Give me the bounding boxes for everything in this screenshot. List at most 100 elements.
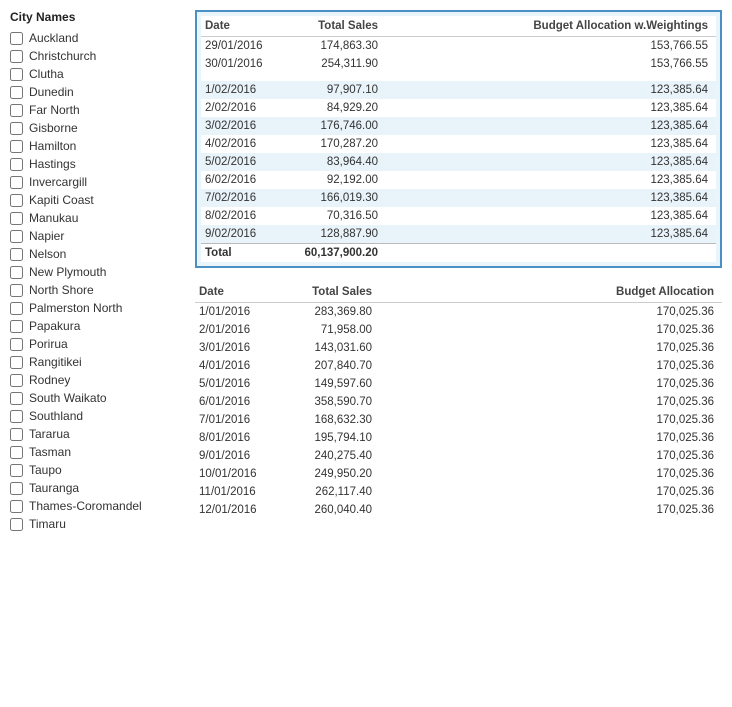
cell-budget: 123,385.64 [386,207,716,225]
table-row: 2/01/2016 71,958.00 170,025.36 [195,321,722,339]
city-checkbox-christchurch[interactable] [10,50,23,63]
city-checkbox-new-plymouth[interactable] [10,266,23,279]
bottom-table-wrapper: Date Total Sales Budget Allocation 1/01/… [195,282,722,519]
table-row: 5/01/2016 149,597.60 170,025.36 [195,375,722,393]
city-checkbox-nelson[interactable] [10,248,23,261]
city-label[interactable]: Hamilton [29,139,76,153]
cell-sales: 128,887.90 [286,225,386,244]
city-label[interactable]: Napier [29,229,64,243]
city-checkbox-tauranga[interactable] [10,482,23,495]
city-label[interactable]: Porirua [29,337,68,351]
city-item: North Shore [10,282,185,298]
cell-budget: 170,025.36 [380,303,722,322]
city-label[interactable]: Auckland [29,31,78,45]
city-label[interactable]: Tauranga [29,481,79,495]
city-label[interactable]: Rodney [29,373,70,387]
city-checkbox-tasman[interactable] [10,446,23,459]
city-checkbox-kapiti-coast[interactable] [10,194,23,207]
cell-date: 5/01/2016 [195,375,280,393]
city-checkbox-palmerston-north[interactable] [10,302,23,315]
city-item: Palmerston North [10,300,185,316]
top-table: Date Total Sales Budget Allocation w.Wei… [201,16,716,262]
city-label[interactable]: South Waikato [29,391,107,405]
city-label[interactable]: Nelson [29,247,66,261]
table-row: 4/01/2016 207,840.70 170,025.36 [195,357,722,375]
city-label[interactable]: Southland [29,409,83,423]
city-checkbox-tararua[interactable] [10,428,23,441]
city-item: Manukau [10,210,185,226]
cell-date: 3/02/2016 [201,117,286,135]
cell-date: 6/02/2016 [201,171,286,189]
city-label[interactable]: Dunedin [29,85,74,99]
cell-sales: 84,929.20 [286,99,386,117]
cell-date: 1/01/2016 [195,303,280,322]
city-checkbox-papakura[interactable] [10,320,23,333]
cell-date: 4/01/2016 [195,357,280,375]
city-checkbox-auckland[interactable] [10,32,23,45]
cell-date: 8/01/2016 [195,429,280,447]
cell-budget: 170,025.36 [380,321,722,339]
city-checkbox-thames-coromandel[interactable] [10,500,23,513]
city-checkbox-manukau[interactable] [10,212,23,225]
city-label[interactable]: Timaru [29,517,66,531]
city-checkbox-southland[interactable] [10,410,23,423]
cell-date: 10/01/2016 [195,465,280,483]
cell-sales: 83,964.40 [286,153,386,171]
city-label[interactable]: Taupo [29,463,62,477]
city-label[interactable]: Invercargill [29,175,87,189]
city-item: Tasman [10,444,185,460]
cell-budget: 123,385.64 [386,135,716,153]
cell-sales: 254,311.90 [286,55,386,73]
city-label[interactable]: Clutha [29,67,64,81]
col-sales-2: Total Sales [280,282,380,303]
cell-budget: 170,025.36 [380,357,722,375]
city-item: Invercargill [10,174,185,190]
cell-date: 6/01/2016 [195,393,280,411]
city-item: Taupo [10,462,185,478]
city-label[interactable]: North Shore [29,283,94,297]
city-label[interactable]: Far North [29,103,80,117]
city-label[interactable]: New Plymouth [29,265,106,279]
city-checkbox-invercargill[interactable] [10,176,23,189]
city-checkbox-south-waikato[interactable] [10,392,23,405]
cell-sales: 168,632.30 [280,411,380,429]
main-container: City Names AucklandChristchurchCluthaDun… [0,0,732,707]
city-checkbox-hastings[interactable] [10,158,23,171]
city-item: Clutha [10,66,185,82]
city-label[interactable]: Rangitikei [29,355,82,369]
city-item: Rangitikei [10,354,185,370]
city-checkbox-north-shore[interactable] [10,284,23,297]
city-label[interactable]: Thames-Coromandel [29,499,142,513]
city-label[interactable]: Palmerston North [29,301,122,315]
city-checkbox-timaru[interactable] [10,518,23,531]
city-label[interactable]: Tasman [29,445,71,459]
city-label[interactable]: Tararua [29,427,70,441]
cell-budget: 170,025.36 [380,483,722,501]
table-row: 1/01/2016 283,369.80 170,025.36 [195,303,722,322]
city-label[interactable]: Manukau [29,211,78,225]
city-checkbox-hamilton[interactable] [10,140,23,153]
city-checkbox-rodney[interactable] [10,374,23,387]
cell-budget: 170,025.36 [380,429,722,447]
city-item: Rodney [10,372,185,388]
city-checkbox-porirua[interactable] [10,338,23,351]
city-checkbox-dunedin[interactable] [10,86,23,99]
table-row: 9/02/2016 128,887.90 123,385.64 [201,225,716,244]
city-item: New Plymouth [10,264,185,280]
city-checkbox-taupo[interactable] [10,464,23,477]
cell-budget: 153,766.55 [386,37,716,56]
city-item: Hastings [10,156,185,172]
city-label[interactable]: Christchurch [29,49,96,63]
cell-sales: 358,590.70 [280,393,380,411]
city-checkbox-clutha[interactable] [10,68,23,81]
city-label[interactable]: Gisborne [29,121,78,135]
city-label[interactable]: Hastings [29,157,76,171]
cell-date [201,73,286,81]
city-checkbox-rangitikei[interactable] [10,356,23,369]
city-checkbox-far-north[interactable] [10,104,23,117]
city-label[interactable]: Papakura [29,319,80,333]
city-checkbox-napier[interactable] [10,230,23,243]
cell-date: 5/02/2016 [201,153,286,171]
city-label[interactable]: Kapiti Coast [29,193,94,207]
city-checkbox-gisborne[interactable] [10,122,23,135]
